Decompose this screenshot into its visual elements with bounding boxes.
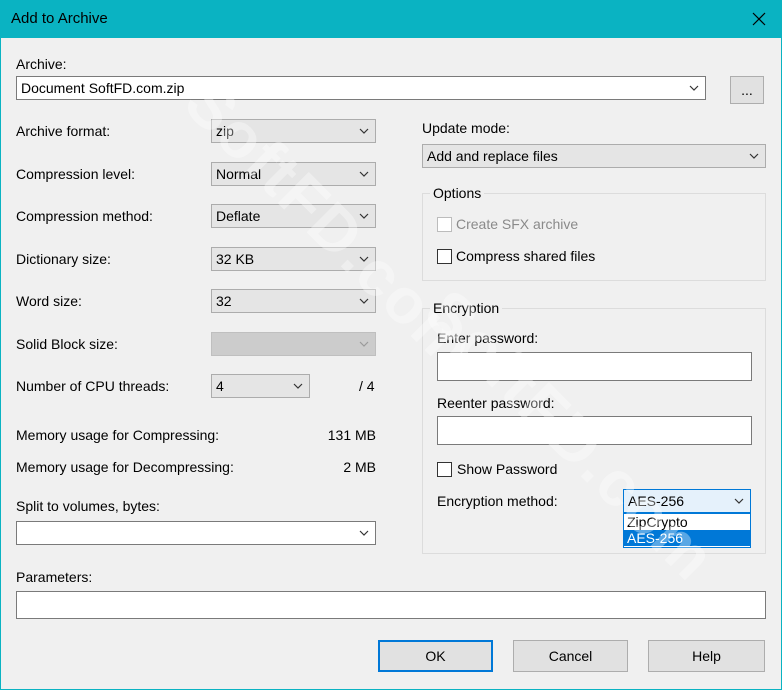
cancel-button[interactable]: Cancel: [513, 640, 628, 672]
encryption-method-select[interactable]: AES-256: [623, 489, 751, 513]
dictionary-size-label: Dictionary size:: [16, 251, 111, 267]
update-mode-value: Add and replace files: [427, 148, 558, 164]
archive-format-label: Archive format:: [16, 123, 111, 139]
parameters-label: Parameters:: [16, 569, 93, 585]
archive-path-value: Document SoftFD.com.zip: [21, 80, 185, 96]
encryption-method-value: AES-256: [628, 493, 685, 509]
cpu-threads-label: Number of CPU threads:: [16, 378, 170, 394]
split-volumes-label: Split to volumes, bytes:: [16, 498, 160, 514]
chevron-down-icon: [359, 298, 369, 304]
compress-shared-checkbox[interactable]: [437, 249, 452, 264]
solid-block-size-select: [211, 332, 376, 356]
reenter-password-label: Reenter password:: [437, 395, 555, 411]
compress-shared-label[interactable]: Compress shared files: [456, 248, 595, 264]
encryption-option-zipcrypto[interactable]: ZipCrypto: [624, 514, 750, 530]
word-size-label: Word size:: [16, 293, 82, 309]
chevron-down-icon: [734, 498, 744, 504]
title-bar[interactable]: Add to Archive: [0, 0, 782, 38]
enter-password-label: Enter password:: [437, 330, 539, 346]
add-to-archive-window: Add to Archive Archive: Document SoftFD.…: [0, 0, 782, 690]
chevron-down-icon: [359, 341, 369, 347]
ok-button-label: OK: [425, 648, 446, 664]
archive-label: Archive:: [16, 56, 67, 72]
compression-level-select[interactable]: Normal: [211, 162, 376, 186]
options-group-title: Options: [430, 185, 485, 201]
cpu-threads-value: 4: [216, 378, 224, 394]
memory-compress-value: 131 MB: [327, 427, 376, 443]
encryption-option-aes256[interactable]: AES-256: [624, 530, 750, 546]
dialog-client-area: Archive: Document SoftFD.com.zip ... Arc…: [1, 38, 781, 689]
chevron-down-icon: [293, 383, 303, 389]
reenter-password-field[interactable]: [437, 416, 752, 445]
chevron-down-icon: [689, 85, 699, 91]
show-password-checkbox[interactable]: [437, 462, 452, 477]
compression-method-select[interactable]: Deflate: [211, 204, 376, 228]
help-button-label: Help: [692, 648, 721, 664]
word-size-value: 32: [216, 293, 232, 309]
chevron-down-icon: [359, 171, 369, 177]
create-sfx-label: Create SFX archive: [456, 216, 579, 232]
show-password-label[interactable]: Show Password: [457, 461, 557, 477]
chevron-down-icon: [359, 530, 369, 536]
options-group: Options Create SFX archive Compress shar…: [422, 185, 766, 281]
compression-method-label: Compression method:: [16, 208, 153, 224]
chevron-down-icon: [359, 213, 369, 219]
ok-button[interactable]: OK: [378, 640, 493, 672]
memory-decompress-label: Memory usage for Decompressing:: [16, 459, 234, 475]
dictionary-size-value: 32 KB: [216, 251, 255, 267]
archive-path-combo[interactable]: Document SoftFD.com.zip: [16, 76, 706, 100]
compression-method-value: Deflate: [216, 208, 261, 224]
window-title: Add to Archive: [11, 10, 108, 27]
update-mode-label: Update mode:: [422, 120, 510, 136]
close-button[interactable]: [736, 0, 782, 38]
help-button[interactable]: Help: [648, 640, 765, 672]
parameters-field[interactable]: [16, 591, 766, 619]
browse-button[interactable]: ...: [730, 76, 764, 104]
cpu-threads-max: / 4: [359, 378, 375, 394]
cancel-button-label: Cancel: [548, 648, 593, 664]
memory-compress-label: Memory usage for Compressing:: [16, 427, 220, 443]
solid-block-size-label: Solid Block size:: [16, 336, 118, 352]
split-volumes-combo[interactable]: [16, 521, 376, 545]
browse-button-label: ...: [741, 82, 753, 98]
update-mode-select[interactable]: Add and replace files: [422, 144, 766, 168]
encryption-method-dropdown[interactable]: ZipCrypto AES-256: [623, 513, 751, 548]
archive-format-select[interactable]: zip: [211, 119, 376, 143]
create-sfx-checkbox: [437, 217, 452, 232]
compression-level-value: Normal: [216, 166, 262, 182]
chevron-down-icon: [749, 153, 759, 159]
close-icon: [752, 12, 766, 26]
dictionary-size-select[interactable]: 32 KB: [211, 247, 376, 271]
memory-decompress-value: 2 MB: [343, 459, 376, 475]
archive-format-value: zip: [216, 123, 234, 139]
chevron-down-icon: [359, 128, 369, 134]
cpu-threads-select[interactable]: 4: [211, 374, 310, 398]
enter-password-field[interactable]: [437, 352, 752, 381]
word-size-select[interactable]: 32: [211, 289, 376, 313]
chevron-down-icon: [359, 256, 369, 262]
encryption-method-label: Encryption method:: [437, 493, 558, 509]
encryption-group-title: Encryption: [430, 300, 503, 316]
compression-level-label: Compression level:: [16, 166, 136, 182]
